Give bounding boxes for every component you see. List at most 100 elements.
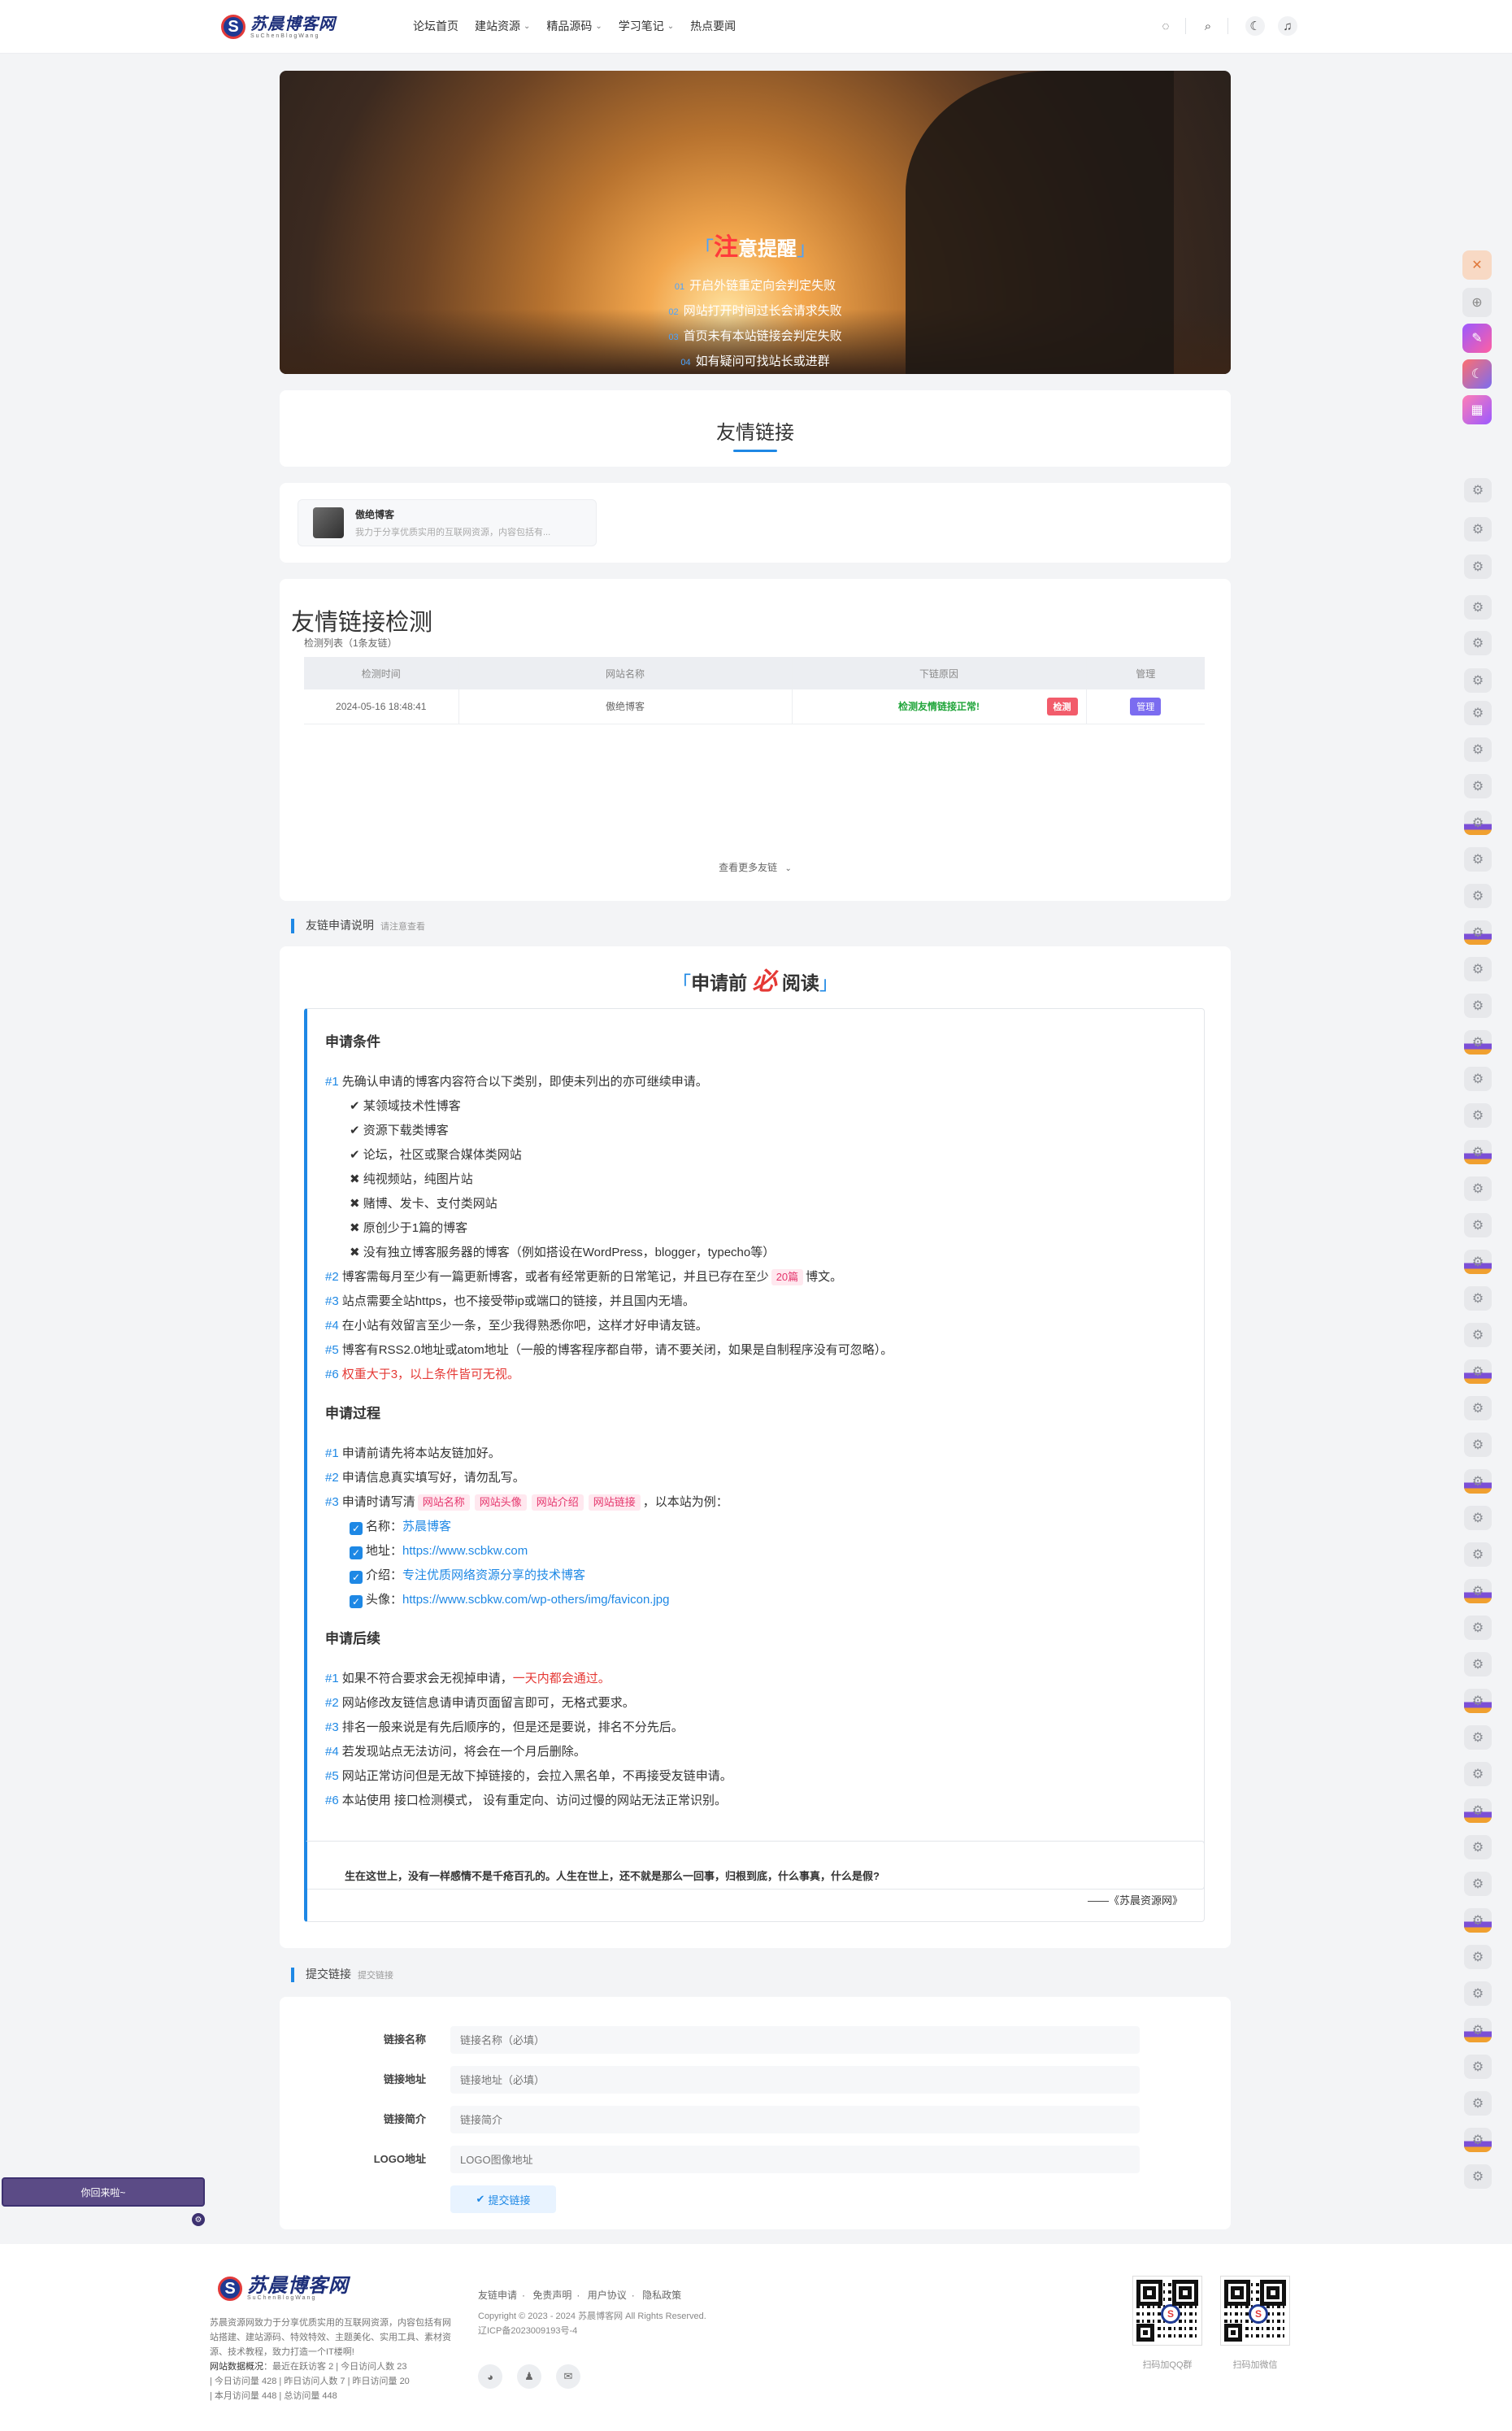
example-item: ✓ 地址：https://www.scbkw.com (325, 1539, 1204, 1563)
nav-item-source-code[interactable]: 精品源码 ⌄ (546, 18, 602, 34)
gear-icon[interactable]: ⚙ (1464, 631, 1492, 655)
gear-icon[interactable]: ⚙ (1464, 1798, 1492, 1823)
gear-icon[interactable]: ⚙ (1464, 595, 1492, 620)
gear-icon[interactable]: ⚙ (1464, 1908, 1492, 1933)
gear-icon[interactable]: ⚙ (1464, 1652, 1492, 1676)
qq-icon[interactable]: ♟ (517, 2364, 541, 2389)
gear-icon[interactable]: ⚙ (1464, 1433, 1492, 1457)
friend-desc: 我力于分享优质实用的互联网资源，内容包括有... (355, 528, 551, 537)
nav-item-home[interactable]: 论坛首页 (413, 18, 458, 34)
gear-icon[interactable]: ⚙ (1464, 554, 1492, 579)
gear-icon[interactable]: ⚙ (1464, 701, 1492, 725)
gear-icon[interactable]: ⚙ (1464, 2018, 1492, 2042)
gear-icon[interactable]: ⚙ (1464, 2128, 1492, 2152)
manage-button[interactable]: 管理 (1130, 697, 1162, 715)
column-header: 网站名称 (458, 657, 792, 689)
close-icon[interactable]: ✕ (1462, 250, 1492, 280)
link-name-input[interactable] (450, 2026, 1140, 2054)
gear-icon[interactable]: ⚙ (1464, 1689, 1492, 1713)
view-more-link[interactable]: 查看更多友链 ⌄ (280, 860, 1231, 874)
footer-link[interactable]: 友链申请 (478, 2290, 517, 2301)
window-icon[interactable]: ▦ (1462, 395, 1492, 424)
check-button[interactable]: 检测 (1046, 698, 1078, 715)
gear-icon[interactable]: ⚙ (1464, 1067, 1492, 1091)
gear-icon[interactable]: ⚙ (1464, 884, 1492, 908)
gear-icon[interactable]: ⚙ (1464, 994, 1492, 1018)
rule-line: #3 站点需要全站https，也不接受带ip或端口的链接，并且国内无墙。 (325, 1294, 695, 1308)
gear-icon[interactable]: ⚙ (1464, 774, 1492, 798)
nav-item-site-resources[interactable]: 建站资源 ⌄ (475, 18, 530, 34)
icp-link[interactable]: 辽ICP备2023009193号-4 (478, 2324, 706, 2338)
gear-icon[interactable]: ⚙ (1464, 1176, 1492, 1201)
bell-icon[interactable]: ♫ (1278, 16, 1297, 36)
avatar (313, 507, 344, 538)
rule-denied-item: ✖ 没有独立博客服务器的博客（例如搭设在WordPress，blogger，ty… (350, 1246, 776, 1259)
nav-item-notes[interactable]: 学习笔记 ⌄ (619, 18, 674, 34)
gear-icon[interactable]: ⚙ (1464, 957, 1492, 981)
chat-icon[interactable]: ✎ (1462, 324, 1492, 353)
footer-link[interactable]: 隐私政策 (642, 2290, 681, 2301)
search-icon[interactable]: ⌕ (1198, 16, 1218, 36)
gear-icon[interactable]: ⚙ (1464, 1140, 1492, 1164)
check-icon: ✔ (350, 1124, 360, 1137)
gear-icon[interactable]: ⚙ (1464, 1469, 1492, 1494)
gear-icon[interactable]: ⚙ (1464, 1542, 1492, 1567)
footer-link[interactable]: 用户协议 (588, 2290, 627, 2301)
gear-icon[interactable]: ⚙ (1464, 811, 1492, 835)
gear-icon[interactable]: ⚙ (1464, 1359, 1492, 1384)
gear-icon[interactable]: ⚙ (1464, 1396, 1492, 1420)
bulb-icon[interactable]: ◌ (1156, 16, 1175, 36)
link-desc-input[interactable] (450, 2106, 1140, 2133)
wechat-icon[interactable]: ◕ (478, 2364, 502, 2389)
gear-icon[interactable]: ⚙ (1464, 1103, 1492, 1128)
rule-line: #2 网站修改友链信息请申请页面留言即可，无格式要求。 (325, 1696, 635, 1710)
gear-icon[interactable]: ⚙ (1464, 1835, 1492, 1859)
gear-icon[interactable]: ⚙ (1464, 1286, 1492, 1311)
footer-link[interactable]: 免责声明 (532, 2290, 571, 2301)
gear-icon[interactable]: ⚙ (1464, 1579, 1492, 1603)
gear-icon[interactable]: ⚙ (1464, 1616, 1492, 1640)
gear-icon[interactable]: ⚙ (1464, 1030, 1492, 1055)
mail-icon[interactable]: ✉ (556, 2364, 580, 2389)
quote-source: ——《苏晨资源网》 (1087, 1894, 1183, 1907)
form-row: 链接名称 (280, 2026, 1231, 2054)
check-icon: ✔ (350, 1148, 360, 1162)
rule-heading: 申请过程 (325, 1406, 380, 1421)
submit-link-button[interactable]: ✔ 提交链接 (450, 2185, 556, 2213)
gear-icon[interactable]: ⚙ (1464, 1323, 1492, 1347)
gear-icon[interactable]: ⚙ (1464, 1872, 1492, 1896)
plus-icon[interactable]: ⊕ (1462, 288, 1492, 317)
gear-icon[interactable]: ⚙ (1464, 737, 1492, 762)
rule-line: #2 申请信息真实填写好，请勿乱写。 (325, 1471, 525, 1485)
rule-line: #1 先确认申请的博客内容符合以下类别，即使未列出的亦可继续申请。 (325, 1075, 708, 1089)
site-logo[interactable]: S 苏晨博客网 SuChenBlogWang (221, 11, 351, 42)
gear-icon[interactable]: ⚙ (1464, 1981, 1492, 2006)
moon-icon[interactable]: ☾ (1462, 359, 1492, 389)
gear-icon[interactable]: ⚙ (1464, 668, 1492, 693)
gear-icon[interactable]: ⚙ (1464, 2091, 1492, 2116)
gear-icon[interactable]: ⚙ (1464, 2164, 1492, 2189)
friend-link-item[interactable]: 傲绝博客 我力于分享优质实用的互联网资源，内容包括有... (298, 499, 597, 546)
gear-icon[interactable]: ⚙ (1464, 478, 1492, 502)
gear-icon[interactable]: ⚙ (1464, 1762, 1492, 1786)
dark-mode-icon[interactable]: ☾ (1245, 16, 1265, 36)
gear-icon[interactable]: ⚙ (1464, 920, 1492, 945)
quote-box: 生在这世上，没有一样感情不是千疮百孔的。人生在世上，还不就是那么一回事，归根到底… (304, 1841, 1205, 1922)
gear-icon[interactable]: ⚙ (1464, 1725, 1492, 1750)
gear-icon[interactable]: ⚙ (1464, 1945, 1492, 1969)
nav-item-news[interactable]: 热点要闻 (690, 18, 736, 34)
link-url-input[interactable] (450, 2066, 1140, 2094)
gear-icon[interactable]: ⚙ (1464, 1250, 1492, 1274)
site-name: 傲绝博客 (458, 689, 792, 724)
settings-icon[interactable]: ⚙ (192, 2213, 205, 2226)
gear-icon[interactable]: ⚙ (1464, 1506, 1492, 1530)
gear-icon[interactable]: ⚙ (1464, 1213, 1492, 1237)
gear-icon[interactable]: ⚙ (1464, 2055, 1492, 2079)
footer-logo[interactable]: S 苏晨博客网 SuChenBlogWang (218, 2276, 349, 2301)
rules-box: 申请条件 #1 先确认申请的博客内容符合以下类别，即使未列出的亦可继续申请。 ✔ … (304, 1008, 1205, 1890)
site-footer: S 苏晨博客网 SuChenBlogWang 苏晨资源网致力于分享优质实用的互联… (0, 2244, 1512, 2431)
logo-url-input[interactable] (450, 2146, 1140, 2173)
gear-icon[interactable]: ⚙ (1464, 517, 1492, 541)
gear-icon[interactable]: ⚙ (1464, 847, 1492, 872)
rule-line: #4 在小站有效留言至少一条，至少我得熟悉你吧，这样才好申请友链。 (325, 1319, 708, 1333)
